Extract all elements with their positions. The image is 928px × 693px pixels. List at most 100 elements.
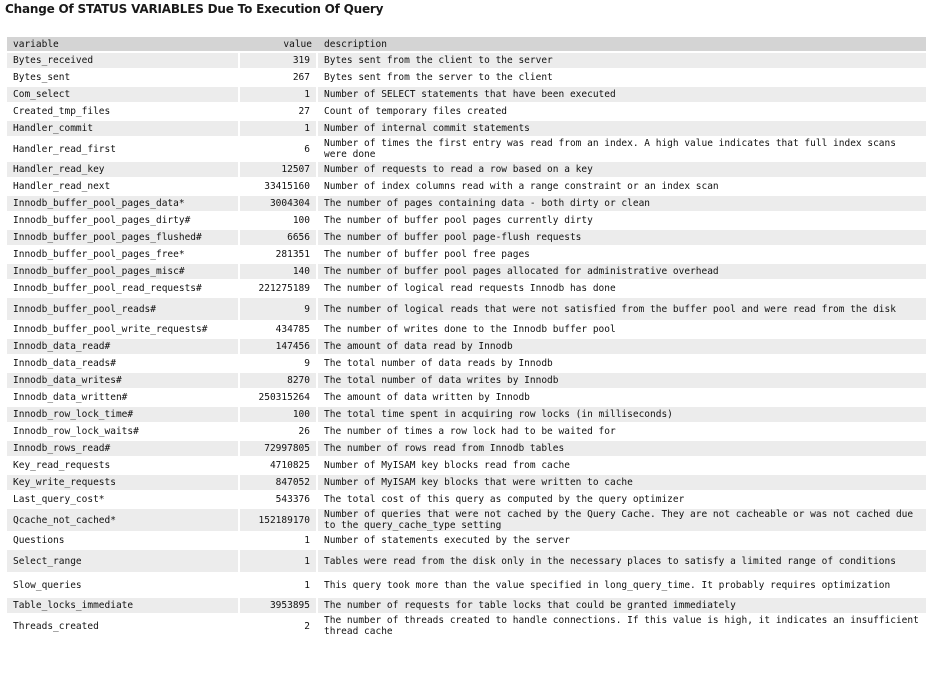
- table-row: Innodb_rows_read# 72997805 The number of r…: [7, 441, 926, 456]
- cell-description: Number of statements executed by the ser…: [318, 533, 926, 548]
- cell-variable: Innodb_buffer_pool_pages_free*: [7, 247, 240, 262]
- cell-description: Number of SELECT statements that have be…: [318, 87, 926, 102]
- cell-variable: Innodb_rows_read#: [7, 441, 240, 456]
- cell-variable: Innodb_row_lock_time#: [7, 407, 240, 422]
- cell-variable: Innodb_buffer_pool_read_requests#: [7, 281, 240, 296]
- cell-value: 3004304: [240, 196, 318, 211]
- cell-value: 6656: [240, 230, 318, 245]
- cell-value: 152189170: [240, 509, 318, 531]
- table-row: Innodb_row_lock_waits# 26 The number of ti…: [7, 424, 926, 439]
- cell-variable: Last_query_cost*: [7, 492, 240, 507]
- cell-value: 4710825: [240, 458, 318, 473]
- cell-variable: Bytes_sent: [7, 70, 240, 85]
- cell-value: 847052: [240, 475, 318, 490]
- cell-description: The number of writes done to the Innodb …: [318, 322, 926, 337]
- table-row: Handler_commit 1 Number of internal commit…: [7, 121, 926, 136]
- cell-variable: Created_tmp_files: [7, 104, 240, 119]
- cell-description: Bytes sent from the client to the server: [318, 53, 926, 68]
- table-row: Handler_read_key 12507 Number of requests …: [7, 162, 926, 177]
- cell-value: 221275189: [240, 281, 318, 296]
- cell-value: 2: [240, 615, 318, 637]
- table-row: Innodb_buffer_pool_pages_flushed# 6656 The…: [7, 230, 926, 245]
- column-header-variable[interactable]: variable: [7, 37, 240, 51]
- cell-description: The amount of data written by Innodb: [318, 390, 926, 405]
- cell-description: Number of MyISAM key blocks that were wr…: [318, 475, 926, 490]
- cell-description: The number of times a row lock had to be…: [318, 424, 926, 439]
- cell-description: The number of buffer pool free pages: [318, 247, 926, 262]
- cell-variable: Innodb_data_reads#: [7, 356, 240, 371]
- cell-variable: Select_range: [7, 550, 240, 572]
- table-row: Innodb_buffer_pool_read_requests# 2212751…: [7, 281, 926, 296]
- cell-value: 12507: [240, 162, 318, 177]
- cell-variable: Bytes_received: [7, 53, 240, 68]
- table-row: Slow_queries 1 This query took more than t…: [7, 574, 926, 596]
- cell-variable: Innodb_buffer_pool_pages_misc#: [7, 264, 240, 279]
- table-row: Bytes_received 319 Bytes sent from the cli…: [7, 53, 926, 68]
- cell-description: The number of rows read from Innodb tabl…: [318, 441, 926, 456]
- cell-variable: Handler_read_key: [7, 162, 240, 177]
- cell-value: 434785: [240, 322, 318, 337]
- table-header-row: variable value description: [7, 37, 926, 51]
- cell-value: 1: [240, 533, 318, 548]
- cell-variable: Key_write_requests: [7, 475, 240, 490]
- cell-variable: Handler_commit: [7, 121, 240, 136]
- cell-value: 3953895: [240, 598, 318, 613]
- cell-value: 319: [240, 53, 318, 68]
- cell-description: Tables were read from the disk only in t…: [318, 550, 926, 572]
- cell-value: 72997805: [240, 441, 318, 456]
- cell-description: Number of queries that were not cached b…: [318, 509, 926, 531]
- cell-description: The number of logical reads that were no…: [318, 298, 926, 320]
- cell-variable: Innodb_buffer_pool_write_requests#: [7, 322, 240, 337]
- cell-description: The number of logical read requests Inno…: [318, 281, 926, 296]
- cell-variable: Qcache_not_cached*: [7, 509, 240, 531]
- table-row: Innodb_buffer_pool_pages_misc# 140 The num…: [7, 264, 926, 279]
- table-row: Questions 1 Number of statements executed …: [7, 533, 926, 548]
- cell-description: Number of index columns read with a rang…: [318, 179, 926, 194]
- cell-variable: Table_locks_immediate: [7, 598, 240, 613]
- table-row: Innodb_buffer_pool_pages_dirty# 100 The nu…: [7, 213, 926, 228]
- cell-value: 250315264: [240, 390, 318, 405]
- table-row: Innodb_row_lock_time# 100 The total time s…: [7, 407, 926, 422]
- cell-description: The total time spent in acquiring row lo…: [318, 407, 926, 422]
- cell-variable: Questions: [7, 533, 240, 548]
- cell-variable: Innodb_buffer_pool_pages_dirty#: [7, 213, 240, 228]
- table-row: Innodb_buffer_pool_write_requests# 434785…: [7, 322, 926, 337]
- cell-description: Count of temporary files created: [318, 104, 926, 119]
- table-row: Handler_read_next 33415160 Number of index…: [7, 179, 926, 194]
- column-header-value[interactable]: value: [240, 37, 318, 51]
- table-row: Innodb_buffer_pool_reads# 9 The number of …: [7, 298, 926, 320]
- cell-value: 8270: [240, 373, 318, 388]
- cell-value: 1: [240, 87, 318, 102]
- cell-variable: Innodb_data_written#: [7, 390, 240, 405]
- cell-value: 147456: [240, 339, 318, 354]
- cell-variable: Handler_read_next: [7, 179, 240, 194]
- cell-value: 6: [240, 138, 318, 160]
- page-title: Change Of STATUS VARIABLES Due To Execut…: [5, 2, 384, 16]
- table-row: Last_query_cost* 543376 The total cost of …: [7, 492, 926, 507]
- cell-value: 27: [240, 104, 318, 119]
- table-row: Threads_created 2 The number of threads cr…: [7, 615, 926, 637]
- table-row: Bytes_sent 267 Bytes sent from the server …: [7, 70, 926, 85]
- cell-variable: Innodb_data_writes#: [7, 373, 240, 388]
- cell-value: 1: [240, 121, 318, 136]
- table-row: Handler_read_first 6 Number of times the f…: [7, 138, 926, 160]
- cell-description: The number of requests for table locks t…: [318, 598, 926, 613]
- cell-description: The total cost of this query as computed…: [318, 492, 926, 507]
- cell-description: The number of buffer pool pages currentl…: [318, 213, 926, 228]
- table-row: Qcache_not_cached* 152189170 Number of que…: [7, 509, 926, 531]
- cell-value: 1: [240, 574, 318, 596]
- cell-variable: Innodb_data_read#: [7, 339, 240, 354]
- cell-variable: Innodb_row_lock_waits#: [7, 424, 240, 439]
- table-row: Innodb_data_read# 147456 The amount of dat…: [7, 339, 926, 354]
- table-row: Table_locks_immediate 3953895 The number o…: [7, 598, 926, 613]
- table-row: Innodb_buffer_pool_pages_free* 281351 The …: [7, 247, 926, 262]
- cell-description: The amount of data read by Innodb: [318, 339, 926, 354]
- cell-variable: Innodb_buffer_pool_pages_data*: [7, 196, 240, 211]
- cell-description: Bytes sent from the server to the client: [318, 70, 926, 85]
- column-header-description[interactable]: description: [318, 37, 926, 51]
- cell-variable: Innodb_buffer_pool_pages_flushed#: [7, 230, 240, 245]
- table-row: Innodb_data_writes# 8270 The total number …: [7, 373, 926, 388]
- cell-description: Number of times the first entry was read…: [318, 138, 926, 160]
- cell-variable: Threads_created: [7, 615, 240, 637]
- cell-description: Number of MyISAM key blocks read from ca…: [318, 458, 926, 473]
